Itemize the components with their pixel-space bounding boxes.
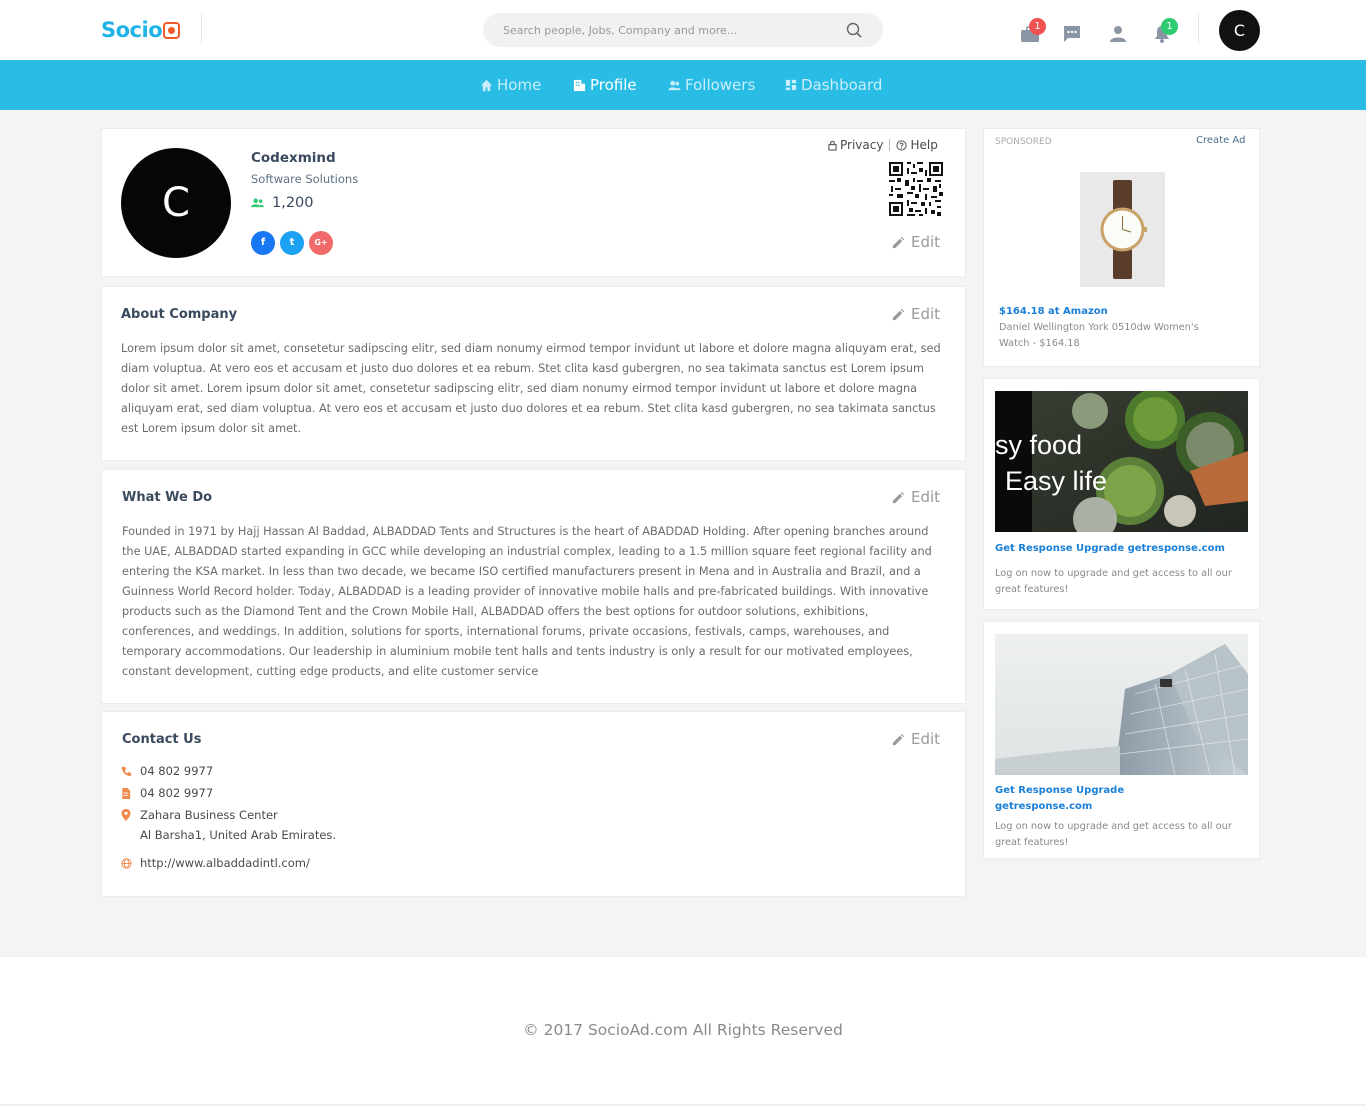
edit-contact-button[interactable]: Edit: [892, 730, 940, 748]
building-icon: [573, 79, 586, 91]
contact-phone: 04 802 9977: [121, 761, 213, 781]
pencil-icon: [892, 236, 905, 248]
home-icon: [480, 79, 493, 91]
divider: [201, 14, 202, 44]
divider: [889, 139, 891, 151]
twitter-icon[interactable]: t: [280, 231, 304, 255]
phone-number[interactable]: 04 802 9977: [140, 761, 213, 781]
ad-card: sy food Easy life Get Response Upgrade g…: [983, 378, 1260, 610]
phone-icon: [121, 766, 132, 776]
main-nav: Home Profile Followers Dashboard: [0, 60, 1366, 110]
contact-card: Contact Us Edit 04 802 9977 04 802 9977 …: [101, 711, 966, 897]
watch-image[interactable]: [1080, 172, 1165, 287]
alerts-badge: 1: [1161, 18, 1178, 35]
help-link[interactable]: Help: [910, 138, 937, 152]
address-lines: Zahara Business Center Al Barsha1, Unite…: [140, 805, 336, 845]
document-icon: [122, 787, 131, 799]
nav-item-followers[interactable]: Followers: [668, 75, 755, 95]
ad-description: Daniel Wellington York 0510dw Women's Wa…: [999, 322, 1199, 349]
nav-item-label: Followers: [685, 76, 756, 94]
ad-description: Log on now to upgrade and get access to …: [995, 821, 1232, 848]
ad-link[interactable]: Get Response Upgrade getresponse.com: [995, 541, 1245, 557]
section-title: Contact Us: [122, 732, 202, 747]
website-link[interactable]: http://www.albaddadintl.com/: [140, 853, 310, 873]
contact-website: http://www.albaddadintl.com/: [121, 853, 310, 873]
logo-text: Socio: [101, 18, 163, 42]
edit-label: Edit: [911, 730, 941, 748]
facebook-icon[interactable]: f: [251, 231, 275, 255]
top-header: Socio 1 1 C: [0, 0, 1366, 60]
nav-item-label: Dashboard: [801, 76, 883, 94]
users-icon: [251, 198, 264, 208]
pencil-icon: [892, 733, 905, 745]
about-text: Lorem ipsum dolor sit amet, consetetur s…: [121, 342, 941, 435]
profile-card: C Codexmind Software Solutions 1,200 f t…: [101, 128, 966, 277]
globe-icon: [121, 857, 132, 869]
privacy-link[interactable]: Privacy: [840, 138, 883, 152]
edit-label: Edit: [911, 488, 941, 506]
address-line-1: Zahara Business Center: [140, 808, 278, 822]
divider: [1198, 14, 1199, 44]
ad-card: Get Response Upgrade getresponse.com Log…: [983, 621, 1260, 859]
followers-number: 1,200: [272, 195, 314, 211]
sponsored-ad-card: SPONSORED Create Ad $164.18 at Amazon Da…: [983, 128, 1260, 367]
what-we-do-card: What We Do Edit Founded in 1971 by Hajj …: [101, 469, 966, 704]
ad-image-caption: sy food Easy life: [995, 427, 1107, 499]
ad-description: Log on now to upgrade and get access to …: [995, 568, 1232, 595]
lock-icon: [828, 140, 837, 151]
address-line-2: Al Barsha1, United Arab Emirates.: [140, 828, 337, 842]
logo-mark-icon: [163, 21, 181, 39]
company-subtitle: Software Solutions: [251, 172, 359, 186]
section-title: About Company: [121, 307, 238, 322]
jobs-badge: 1: [1029, 18, 1046, 35]
search-input[interactable]: [483, 13, 843, 47]
company-name: Codexmind: [251, 150, 336, 166]
ad-link[interactable]: Get Response Upgrade getresponse.com: [995, 783, 1135, 815]
search-icon[interactable]: [846, 22, 862, 38]
contact-fax: 04 802 9977: [121, 783, 213, 803]
what-we-do-text: Founded in 1971 by Hajj Hassan Al Baddad…: [122, 525, 932, 678]
edit-label: Edit: [911, 233, 941, 251]
chat-icon[interactable]: [1062, 24, 1082, 44]
ad-image-text-line-2: Easy life: [1005, 466, 1108, 496]
edit-label: Edit: [911, 305, 941, 323]
about-company-card: About Company Edit Lorem ipsum dolor sit…: [101, 286, 966, 461]
dashboard-icon: [785, 79, 797, 91]
company-avatar: C: [121, 148, 231, 258]
edit-profile-button[interactable]: Edit: [892, 233, 940, 251]
fax-number: 04 802 9977: [140, 786, 214, 800]
qr-code-icon: [889, 162, 943, 216]
ad-image-text-line-1: sy food: [995, 430, 1083, 460]
help-icon: [896, 139, 908, 151]
users-icon: [668, 80, 681, 90]
nav-item-label: Profile: [590, 76, 637, 94]
nav-item-dashboard[interactable]: Dashboard: [785, 75, 882, 95]
ad-link[interactable]: $164.18 at Amazon: [999, 304, 1108, 320]
edit-what-we-do-button[interactable]: Edit: [892, 488, 940, 506]
location-pin-icon: [121, 809, 131, 821]
building-ad-image[interactable]: [995, 634, 1248, 775]
google-plus-icon[interactable]: G+: [309, 231, 333, 255]
nav-item-home[interactable]: Home: [480, 75, 541, 95]
user-avatar[interactable]: C: [1219, 10, 1260, 51]
create-ad-link[interactable]: Create Ad: [1196, 135, 1245, 146]
nav-item-profile[interactable]: Profile: [573, 75, 637, 95]
copyright-text: © 2017 SocioAd.com All Rights Reserved: [523, 1021, 843, 1039]
pencil-icon: [892, 308, 905, 320]
logo[interactable]: Socio: [101, 17, 181, 43]
edit-about-button[interactable]: Edit: [892, 305, 940, 323]
pencil-icon: [892, 491, 905, 503]
nav-item-label: Home: [497, 76, 542, 94]
profile-top-links: Privacy Help: [828, 138, 938, 152]
social-links: f t G+: [251, 231, 333, 255]
contact-address: Zahara Business Center Al Barsha1, Unite…: [121, 805, 336, 845]
footer: © 2017 SocioAd.com All Rights Reserved: [0, 957, 1366, 1106]
user-icon[interactable]: [1108, 24, 1128, 44]
followers-count[interactable]: 1,200: [251, 195, 314, 211]
search-bar: [483, 13, 883, 47]
sponsored-label: SPONSORED: [995, 137, 1052, 147]
section-title: What We Do: [122, 490, 213, 505]
